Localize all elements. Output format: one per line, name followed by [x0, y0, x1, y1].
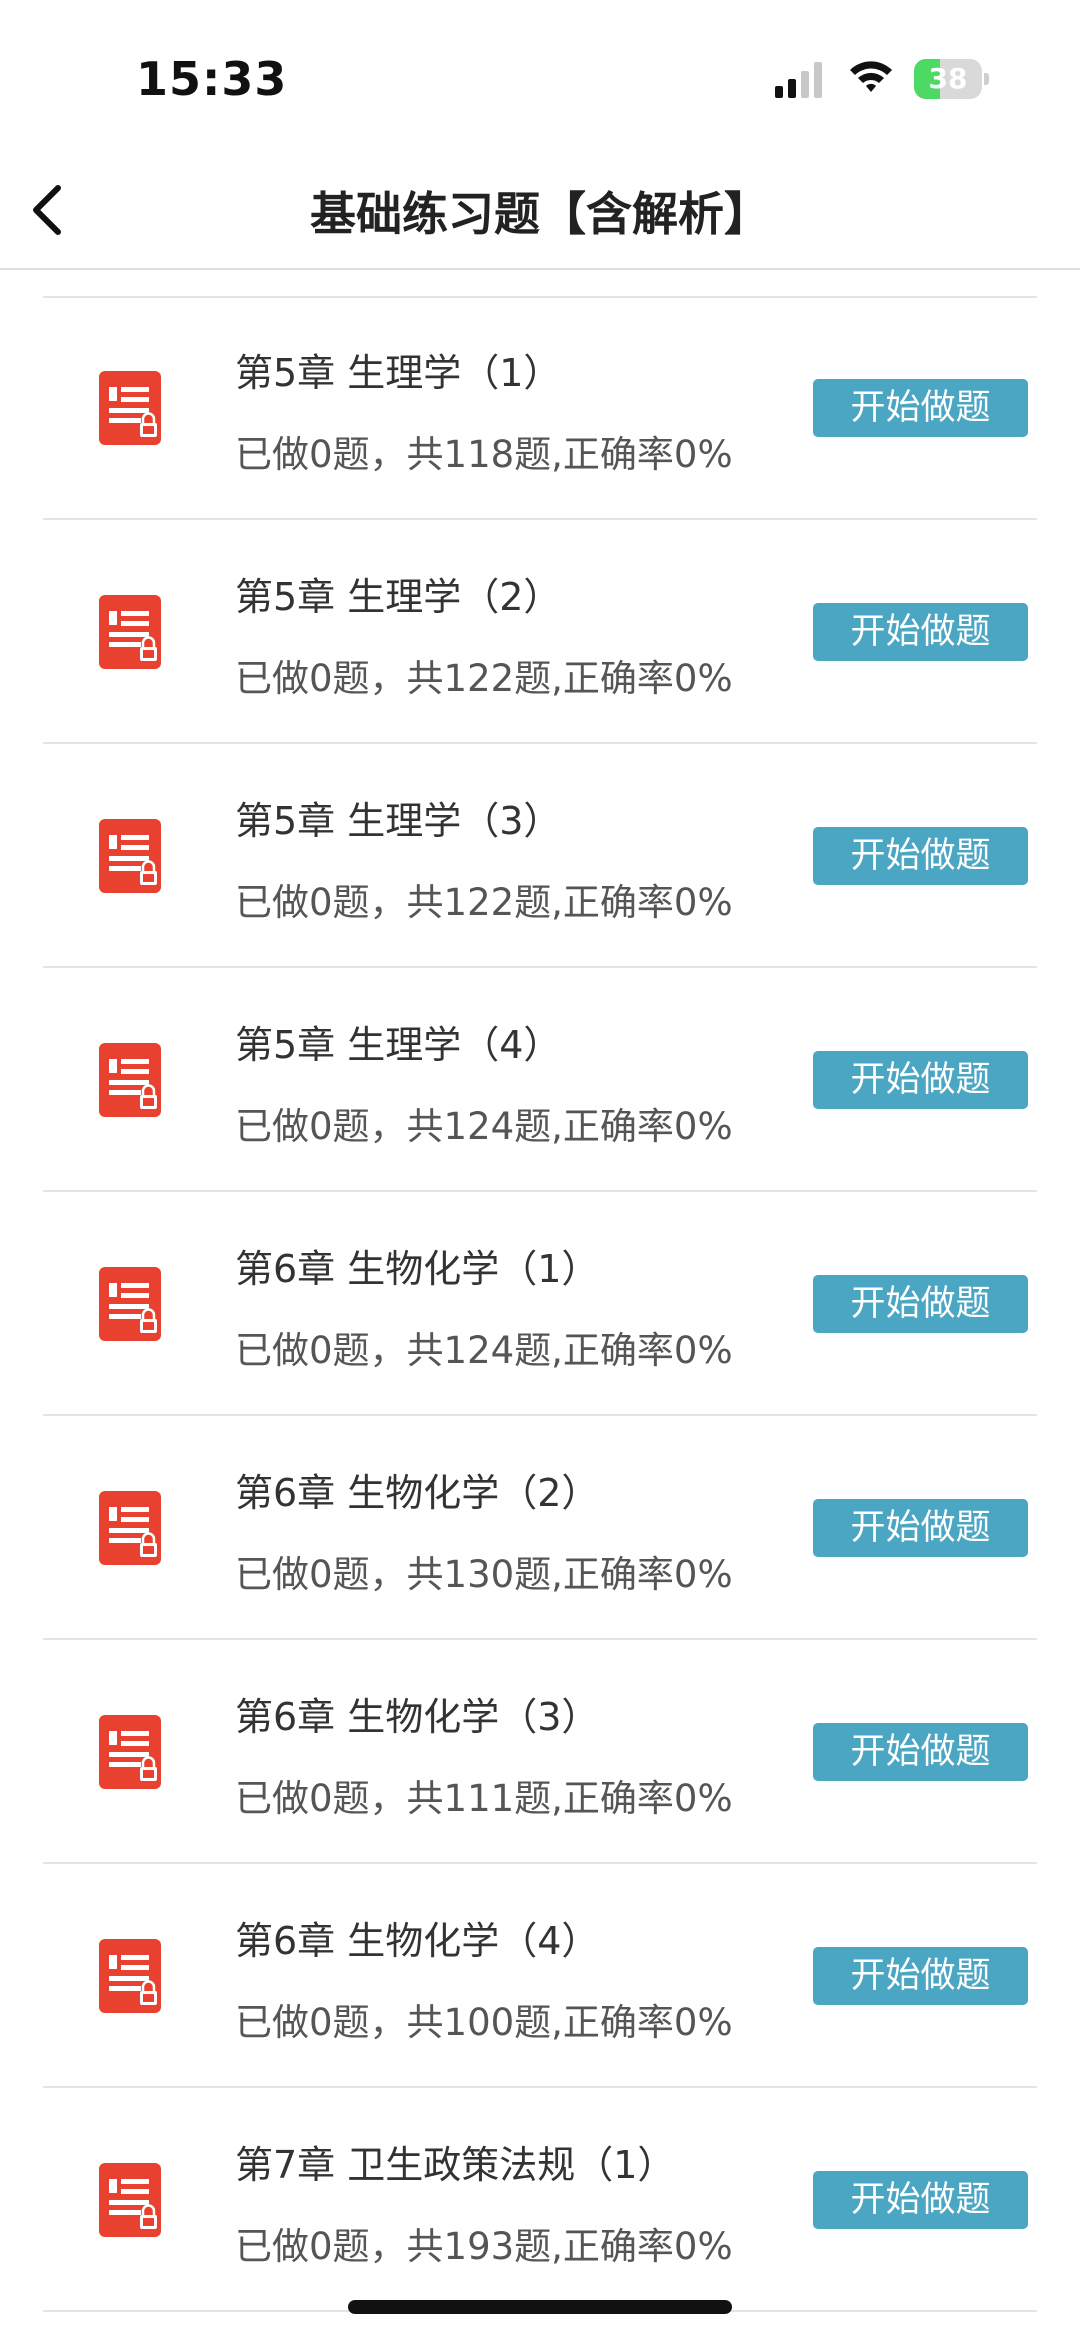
home-indicator	[348, 2300, 732, 2314]
locked-document-icon	[99, 1491, 161, 1565]
list-item[interactable]: 第5章 生理学（4） 已做0题，共124题,正确率0% 开始做题	[43, 968, 1037, 1192]
list-item[interactable]: 第6章 生物化学（2） 已做0题，共130题,正确率0% 开始做题	[43, 1416, 1037, 1640]
row-progress: 已做0题，共122题,正确率0%	[235, 881, 733, 924]
row-title: 第7章 卫生政策法规（1）	[235, 2143, 676, 2187]
start-exercise-button[interactable]: 开始做题	[813, 603, 1028, 661]
list-item[interactable]: 第6章 生物化学（1） 已做0题，共124题,正确率0% 开始做题	[43, 1192, 1037, 1416]
list-item[interactable]: 第5章 生理学（2） 已做0题，共122题,正确率0% 开始做题	[43, 520, 1037, 744]
nav-bar: 基础练习题【含解析】	[0, 150, 1080, 270]
wifi-icon	[850, 61, 892, 92]
start-exercise-button[interactable]: 开始做题	[813, 2171, 1028, 2229]
row-progress: 已做0题，共193题,正确率0%	[235, 2225, 733, 2268]
locked-document-icon	[99, 819, 161, 893]
list-item[interactable]: 第5章 生理学（3） 已做0题，共122题,正确率0% 开始做题	[43, 744, 1037, 968]
start-exercise-button[interactable]: 开始做题	[813, 1275, 1028, 1333]
locked-document-icon	[99, 371, 161, 445]
start-exercise-button[interactable]: 开始做题	[813, 1947, 1028, 2005]
row-progress: 已做0题，共111题,正确率0%	[235, 1777, 733, 1820]
start-exercise-button[interactable]: 开始做题	[813, 379, 1028, 437]
locked-document-icon	[99, 1267, 161, 1341]
row-progress: 已做0题，共130题,正确率0%	[235, 1553, 733, 1596]
battery-charging-icon: 38	[914, 59, 990, 99]
locked-document-icon	[99, 1043, 161, 1117]
status-time: 15:33	[136, 52, 288, 106]
row-progress: 已做0题，共124题,正确率0%	[235, 1329, 733, 1372]
locked-document-icon	[99, 595, 161, 669]
row-title: 第5章 生理学（4）	[235, 1023, 562, 1067]
exercise-list: 第5章 生理学（1） 已做0题，共118题,正确率0% 开始做题 第5章 生理学（2）…	[0, 296, 1080, 2312]
locked-document-icon	[99, 1939, 161, 2013]
row-progress: 已做0题，共124题,正确率0%	[235, 1105, 733, 1148]
battery-percent: 38	[928, 62, 968, 95]
list-item[interactable]: 第7章 卫生政策法规（1） 已做0题，共193题,正确率0% 开始做题	[43, 2088, 1037, 2312]
row-title: 第5章 生理学（2）	[235, 575, 562, 619]
row-progress: 已做0题，共118题,正确率0%	[235, 433, 733, 476]
start-exercise-button[interactable]: 开始做题	[813, 827, 1028, 885]
row-title: 第6章 生物化学（1）	[235, 1247, 600, 1291]
row-title: 第5章 生理学（1）	[235, 351, 562, 395]
list-item[interactable]: 第6章 生物化学（3） 已做0题，共111题,正确率0% 开始做题	[43, 1640, 1037, 1864]
page-title: 基础练习题【含解析】	[310, 187, 770, 241]
list-item[interactable]: 第5章 生理学（1） 已做0题，共118题,正确率0% 开始做题	[43, 296, 1037, 520]
row-title: 第6章 生物化学（3）	[235, 1695, 600, 1739]
row-progress: 已做0题，共100题,正确率0%	[235, 2001, 733, 2044]
signal-icon	[775, 62, 822, 98]
row-title: 第5章 生理学（3）	[235, 799, 562, 843]
status-bar: 15:33 38	[0, 0, 1080, 150]
start-exercise-button[interactable]: 开始做题	[813, 1051, 1028, 1109]
locked-document-icon	[99, 1715, 161, 1789]
start-exercise-button[interactable]: 开始做题	[813, 1723, 1028, 1781]
row-progress: 已做0题，共122题,正确率0%	[235, 657, 733, 700]
row-title: 第6章 生物化学（2）	[235, 1471, 600, 1515]
locked-document-icon	[99, 2163, 161, 2237]
start-exercise-button[interactable]: 开始做题	[813, 1499, 1028, 1557]
list-item[interactable]: 第6章 生物化学（4） 已做0题，共100题,正确率0% 开始做题	[43, 1864, 1037, 2088]
row-title: 第6章 生物化学（4）	[235, 1919, 600, 1963]
